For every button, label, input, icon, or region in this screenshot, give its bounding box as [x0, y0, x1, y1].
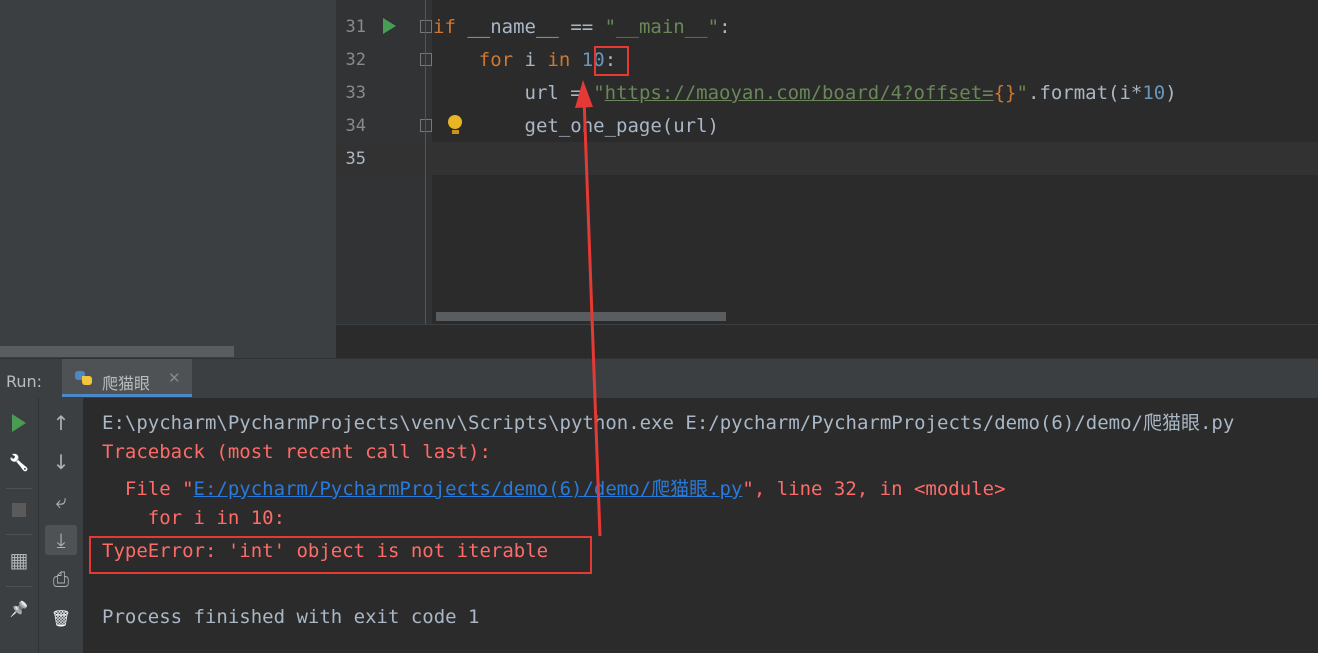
line-number: 32 [345, 50, 366, 70]
code-line-33[interactable]: 33 url = "https://maoyan.com/board/4?off… [336, 76, 1318, 109]
toolbar-separator [6, 534, 32, 535]
console-file-line: File "E:/pycharm/PycharmProjects/demo(6)… [102, 478, 1006, 500]
trash-icon: 🗑 [50, 608, 72, 628]
print-button[interactable]: ⎙ [45, 564, 77, 594]
code-text: if __name__ == "__main__": [433, 16, 731, 38]
rerun-button[interactable] [3, 408, 35, 438]
python-icon-part [82, 376, 92, 385]
line-number: 31 [345, 17, 366, 37]
up-stack-button[interactable]: ↑ [45, 408, 77, 438]
soft-wrap-button[interactable]: ⤶ [45, 486, 77, 516]
run-tab[interactable]: 爬猫眼 ✕ [62, 359, 192, 397]
code-line-31[interactable]: 31 if __name__ == "__main__": [336, 10, 1318, 43]
code-line-34[interactable]: 34 get_one_page(url) [336, 109, 1318, 142]
print-icon: ⎙ [53, 567, 69, 591]
code-text: for i in 10: [478, 49, 617, 71]
run-gutter-icon[interactable] [383, 18, 396, 34]
toolbar-separator [6, 488, 32, 489]
line-number: 33 [345, 83, 366, 103]
settings-button[interactable]: 🔧 [3, 447, 35, 477]
down-stack-button[interactable]: ↓ [45, 447, 77, 477]
scroll-to-end-button[interactable]: ⤓ [45, 525, 77, 555]
run-toolbar-left: 🔧 ▦ 📌 [0, 398, 39, 653]
editor-bottom-strip [336, 324, 1318, 359]
annotation-box-error [89, 536, 592, 574]
pin-tab-button[interactable]: 📌 [3, 594, 35, 624]
code-text: url = "https://maoyan.com/board/4?offset… [524, 82, 1177, 104]
line-number: 34 [345, 116, 366, 136]
fold-marker-icon[interactable] [420, 119, 432, 132]
annotation-box-literal-10 [594, 46, 629, 76]
editor-horizontal-scrollbar[interactable] [436, 312, 726, 321]
console-command-line: E:\pycharm\PycharmProjects\venv\Scripts\… [102, 412, 1235, 434]
indent-guide [425, 0, 426, 324]
pin-icon: 📌 [9, 600, 29, 618]
code-editor[interactable]: 31 if __name__ == "__main__": 32 for i i… [336, 0, 1318, 324]
restore-layout-button[interactable]: ▦ [3, 545, 35, 575]
wrench-icon: 🔧 [9, 452, 29, 472]
console-exit-message: Process finished with exit code 1 [102, 606, 480, 628]
layout-icon: ▦ [9, 548, 29, 572]
toolbar-separator [6, 586, 32, 587]
clear-all-button[interactable]: 🗑 [45, 603, 77, 633]
project-pane [0, 0, 336, 358]
line-number: 35 [345, 149, 366, 169]
run-console[interactable]: E:\pycharm\PycharmProjects\venv\Scripts\… [84, 398, 1318, 653]
close-tab-icon[interactable]: ✕ [168, 369, 181, 387]
traceback-file-link[interactable]: E:/pycharm/PycharmProjects/demo(6)/demo/… [194, 478, 743, 500]
run-tab-title: 爬猫眼 [102, 374, 151, 393]
arrow-down-icon: ↓ [52, 450, 70, 474]
console-code-line: for i in 10: [102, 507, 286, 529]
project-pane-scrollbar[interactable] [0, 346, 234, 357]
run-toolbar-right: ↑ ↓ ⤶ ⤓ ⎙ 🗑 [39, 398, 83, 653]
code-line-32[interactable]: 32 for i in 10: [336, 43, 1318, 76]
run-tool-header: Run: 爬猫眼 ✕ [0, 358, 1318, 399]
console-traceback-header: Traceback (most recent call last): [102, 441, 491, 463]
arrow-up-icon: ↑ [52, 411, 70, 435]
fold-marker-icon[interactable] [420, 20, 432, 33]
run-label: Run: [6, 372, 43, 391]
soft-wrap-icon: ⤶ [55, 489, 67, 513]
stop-icon [12, 503, 26, 517]
code-line-35[interactable]: 35 [336, 142, 1318, 175]
scroll-to-end-icon: ⤓ [56, 528, 66, 552]
code-text: get_one_page(url) [524, 115, 719, 137]
play-icon [12, 414, 26, 432]
fold-marker-icon[interactable] [420, 53, 432, 66]
stop-button[interactable] [3, 495, 35, 525]
